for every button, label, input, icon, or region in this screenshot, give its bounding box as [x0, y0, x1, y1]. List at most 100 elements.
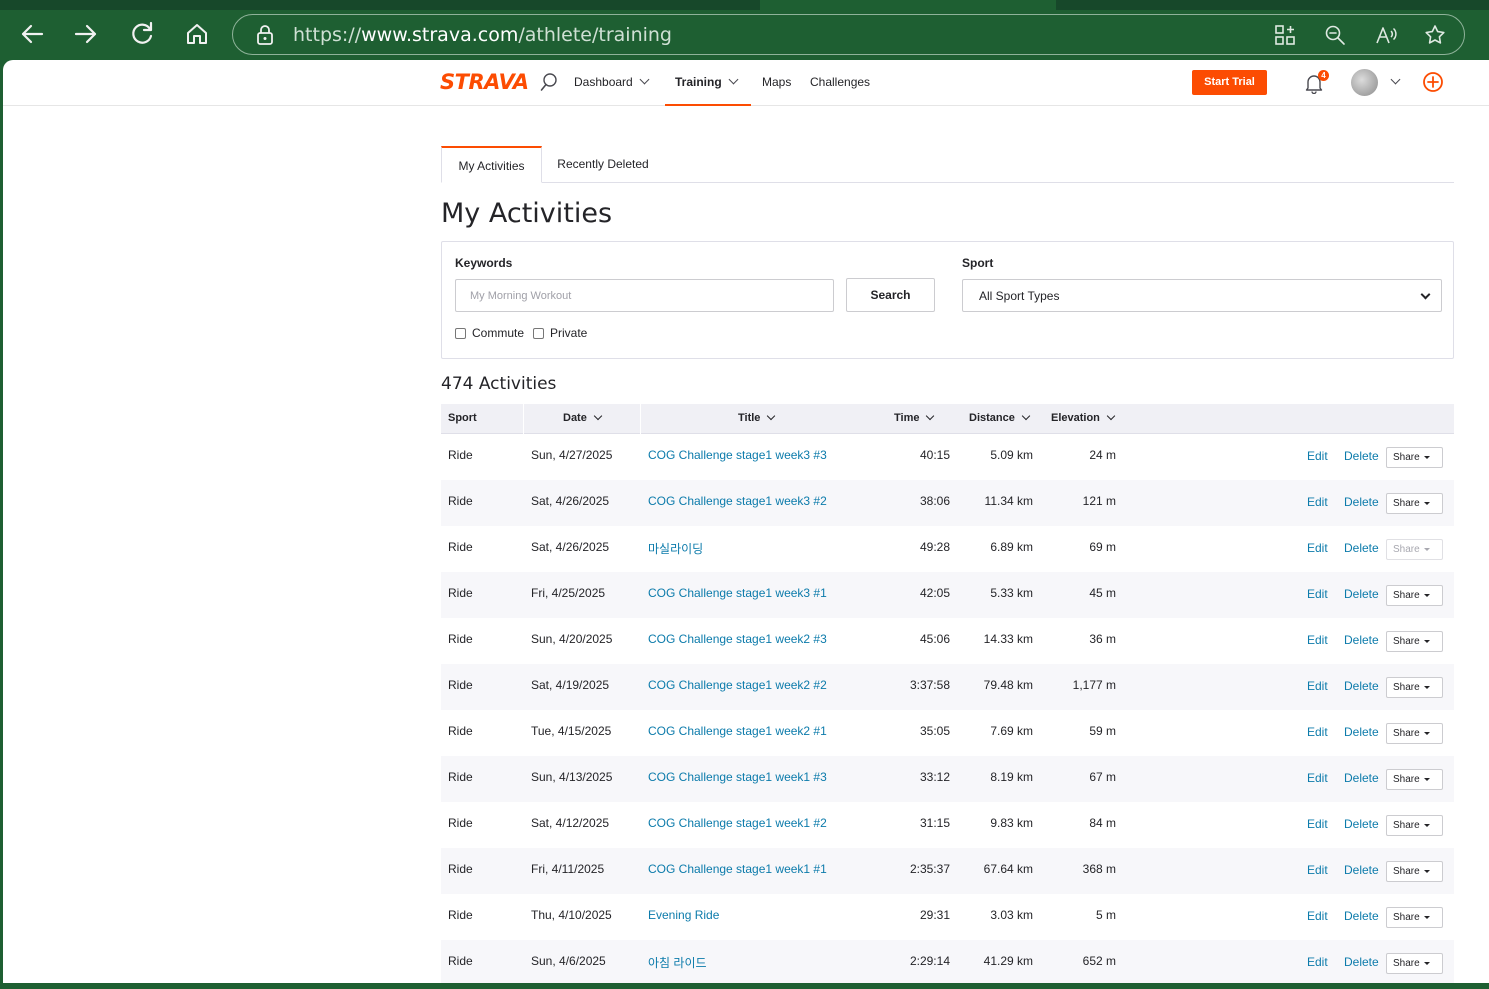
delete-link[interactable]: Delete: [1344, 725, 1379, 739]
edit-link[interactable]: Edit: [1307, 863, 1328, 877]
share-dropdown-button[interactable]: Share: [1386, 631, 1443, 652]
nav-challenges[interactable]: Challenges: [810, 75, 870, 89]
favorite-star-icon[interactable]: [1423, 23, 1447, 47]
row-title-link[interactable]: 마실라이딩: [648, 540, 703, 557]
share-label: Share: [1393, 774, 1420, 785]
delete-link[interactable]: Delete: [1344, 863, 1379, 877]
share-dropdown-button[interactable]: Share: [1386, 493, 1443, 514]
delete-link[interactable]: Delete: [1344, 679, 1379, 693]
home-icon[interactable]: [181, 18, 213, 50]
row-elevation: 5 m: [1095, 908, 1116, 922]
keywords-input[interactable]: My Morning Workout: [455, 279, 834, 312]
start-trial-button[interactable]: Start Trial: [1192, 70, 1267, 95]
delete-link[interactable]: Delete: [1344, 817, 1379, 831]
lock-icon[interactable]: [255, 24, 275, 46]
row-date: Fri, 4/11/2025: [531, 862, 605, 876]
strava-logo[interactable]: STRAVA: [440, 70, 529, 94]
row-title-link[interactable]: COG Challenge stage1 week3 #3: [648, 448, 827, 462]
share-dropdown-button[interactable]: Share: [1386, 815, 1443, 836]
edit-link[interactable]: Edit: [1307, 909, 1328, 923]
row-elevation: 45 m: [1089, 586, 1116, 600]
col-sport: Sport: [448, 412, 477, 424]
row-title-link[interactable]: 아침 라이드: [648, 954, 707, 971]
share-dropdown-button[interactable]: Share: [1386, 585, 1443, 606]
caret-down-icon: [1424, 962, 1430, 965]
chevron-down-icon: [728, 74, 739, 85]
search-icon[interactable]: [539, 72, 559, 92]
col-date[interactable]: Date: [563, 411, 603, 424]
share-dropdown-button[interactable]: Share: [1386, 953, 1443, 974]
row-date: Sat, 4/26/2025: [531, 494, 610, 508]
row-title-link[interactable]: COG Challenge stage1 week1 #1: [648, 862, 827, 876]
col-title[interactable]: Title: [738, 411, 776, 424]
share-dropdown-button[interactable]: Share: [1386, 723, 1443, 744]
row-title-link[interactable]: COG Challenge stage1 week2 #1: [648, 724, 827, 738]
app-available-icon[interactable]: [1273, 23, 1297, 47]
tab-my-activities[interactable]: My Activities: [441, 146, 542, 183]
address-url[interactable]: https://www.strava.com/athlete/training: [293, 24, 672, 46]
share-dropdown-button[interactable]: Share: [1386, 677, 1443, 698]
edit-link[interactable]: Edit: [1307, 587, 1328, 601]
row-title-link[interactable]: COG Challenge stage1 week2 #3: [648, 632, 827, 646]
share-dropdown-button[interactable]: Share: [1386, 447, 1443, 468]
browser-tab-active[interactable]: [760, 0, 1056, 10]
row-title-link[interactable]: COG Challenge stage1 week3 #2: [648, 494, 827, 508]
row-date: Sat, 4/19/2025: [531, 678, 610, 692]
col-time[interactable]: Time: [894, 411, 935, 424]
delete-link[interactable]: Delete: [1344, 587, 1379, 601]
delete-link[interactable]: Delete: [1344, 955, 1379, 969]
edit-link[interactable]: Edit: [1307, 679, 1328, 693]
edit-link[interactable]: Edit: [1307, 541, 1328, 555]
row-title-link[interactable]: Evening Ride: [648, 908, 719, 922]
share-dropdown-button[interactable]: Share: [1386, 861, 1443, 882]
sport-select[interactable]: All Sport Types: [962, 279, 1442, 312]
delete-link[interactable]: Delete: [1344, 449, 1379, 463]
col-elevation[interactable]: Elevation: [1051, 411, 1116, 424]
col-distance[interactable]: Distance: [969, 411, 1031, 424]
nav-training[interactable]: Training: [675, 74, 739, 89]
back-icon[interactable]: [16, 18, 48, 50]
row-title-link[interactable]: COG Challenge stage1 week2 #2: [648, 678, 827, 692]
edit-link[interactable]: Edit: [1307, 955, 1328, 969]
address-bar[interactable]: https://www.strava.com/athlete/training: [232, 14, 1465, 55]
delete-link[interactable]: Delete: [1344, 633, 1379, 647]
share-label: Share: [1393, 820, 1420, 831]
chevron-down-icon[interactable]: [1390, 74, 1401, 85]
edit-link[interactable]: Edit: [1307, 449, 1328, 463]
row-time: 35:05: [919, 724, 950, 738]
col-time-label: Time: [894, 412, 920, 424]
delete-link[interactable]: Delete: [1344, 495, 1379, 509]
edit-link[interactable]: Edit: [1307, 725, 1328, 739]
delete-link[interactable]: Delete: [1344, 771, 1379, 785]
caret-down-icon: [1424, 732, 1430, 735]
share-dropdown-button[interactable]: Share: [1386, 907, 1443, 928]
share-dropdown-button[interactable]: Share: [1386, 539, 1443, 560]
search-button[interactable]: Search: [846, 278, 935, 312]
row-title-link[interactable]: COG Challenge stage1 week1 #2: [648, 816, 827, 830]
table-row: Ride Sun, 4/20/2025 COG Challenge stage1 w…: [441, 618, 1454, 664]
private-checkbox[interactable]: [533, 328, 544, 339]
forward-icon[interactable]: [70, 18, 102, 50]
share-dropdown-button[interactable]: Share: [1386, 769, 1443, 790]
read-aloud-icon[interactable]: [1374, 23, 1398, 47]
edit-link[interactable]: Edit: [1307, 495, 1328, 509]
row-title-link[interactable]: COG Challenge stage1 week3 #1: [648, 586, 827, 600]
caret-down-icon: [1424, 548, 1430, 551]
add-activity-icon[interactable]: [1422, 71, 1444, 93]
delete-link[interactable]: Delete: [1344, 541, 1379, 555]
share-label: Share: [1393, 452, 1420, 463]
nav-maps[interactable]: Maps: [762, 75, 791, 89]
edit-link[interactable]: Edit: [1307, 771, 1328, 785]
browser-toolbar: https://www.strava.com/athlete/training: [0, 0, 1489, 60]
edit-link[interactable]: Edit: [1307, 633, 1328, 647]
table-row: Ride Sat, 4/12/2025 COG Challenge stage1 w…: [441, 802, 1454, 848]
row-title-link[interactable]: COG Challenge stage1 week1 #3: [648, 770, 827, 784]
tab-recently-deleted[interactable]: Recently Deleted: [553, 146, 653, 183]
commute-checkbox[interactable]: [455, 328, 466, 339]
avatar[interactable]: [1351, 69, 1378, 96]
zoom-icon[interactable]: [1323, 23, 1347, 47]
edit-link[interactable]: Edit: [1307, 817, 1328, 831]
nav-dashboard[interactable]: Dashboard: [574, 74, 650, 89]
refresh-icon[interactable]: [126, 18, 158, 50]
delete-link[interactable]: Delete: [1344, 909, 1379, 923]
